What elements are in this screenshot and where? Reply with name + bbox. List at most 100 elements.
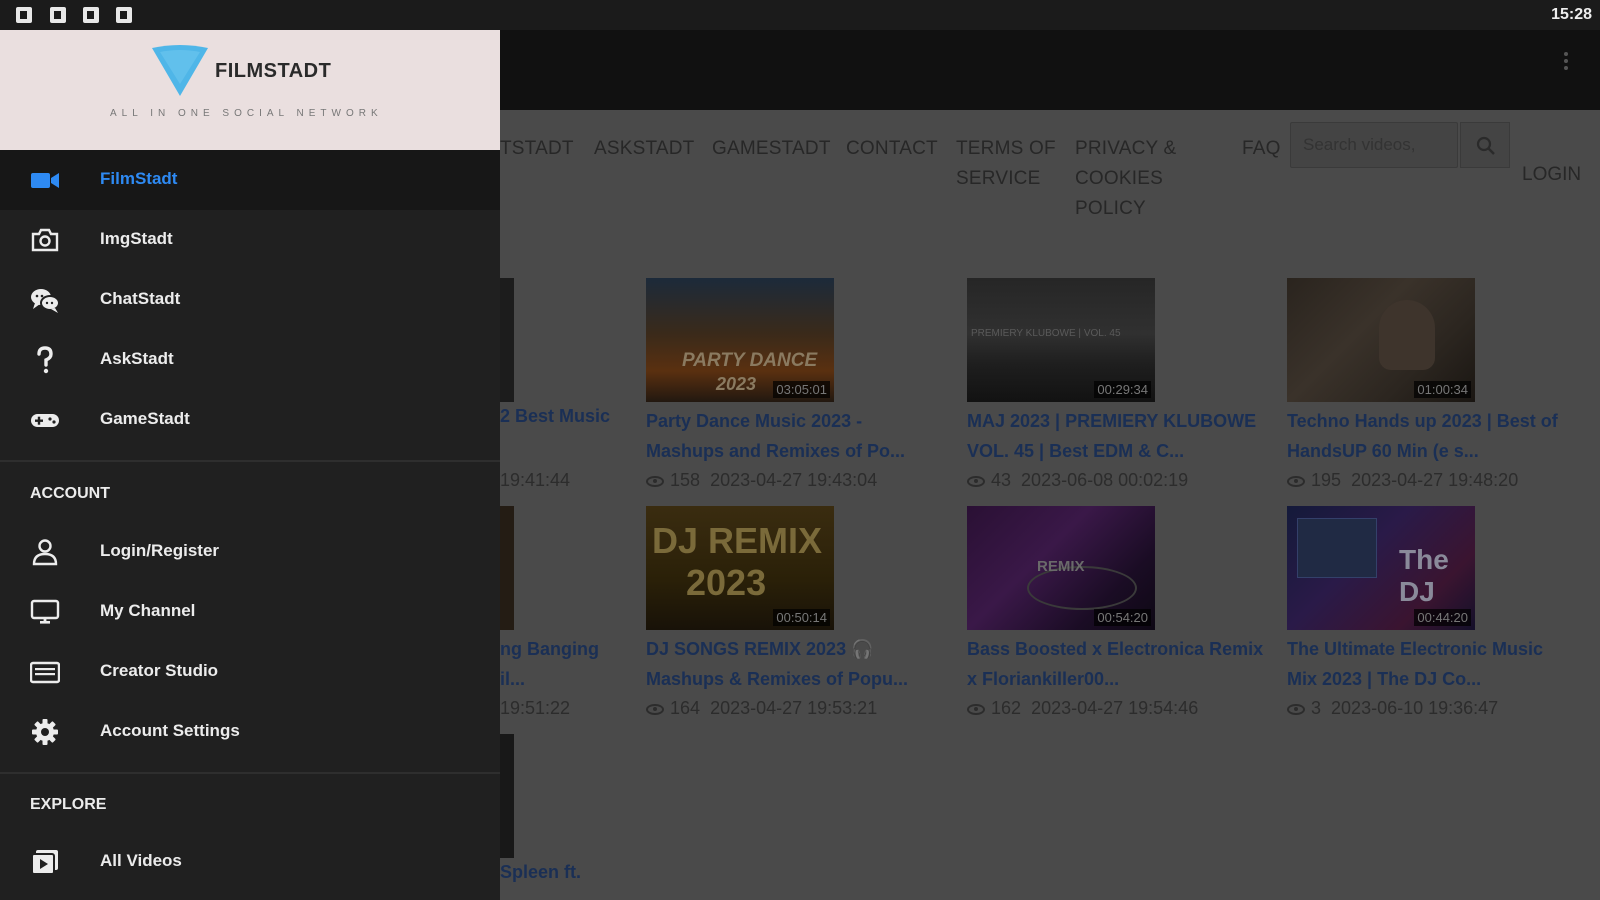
view-count: 195: [1311, 470, 1342, 490]
video-title[interactable]: Bass Boosted x Electronica Remix x Flori…: [967, 634, 1285, 694]
login-link[interactable]: LOGIN: [1522, 164, 1581, 186]
chat-bubbles-icon: [31, 289, 60, 313]
nav-link-privacy-line: COOKIES: [1075, 168, 1163, 189]
video-meta: 195 2023-04-27 19:48:20: [1287, 470, 1518, 491]
notification-icon: [116, 7, 132, 23]
thumbnail-screen: [1297, 518, 1377, 578]
video-title[interactable]: Spleen ft.: [500, 862, 581, 883]
video-title-line: DJ SONGS REMIX 2023 🎧: [646, 639, 874, 659]
drawer-item-label: ChatStadt: [100, 289, 181, 308]
video-meta: 158 2023-04-27 19:43:04: [646, 470, 877, 491]
video-duration: 00:50:14: [773, 609, 830, 626]
video-title-line: HandsUP 60 Min (e s...: [1287, 441, 1479, 461]
video-camera-icon: [31, 173, 59, 188]
video-thumbnail[interactable]: [500, 506, 514, 630]
nav-link-partial[interactable]: TSTADT: [500, 134, 574, 224]
views-icon: [1287, 475, 1305, 487]
video-date: 2023-04-27 19:54:46: [1031, 698, 1199, 718]
thumbnail-text: PREMIERY KLUBOWE | VOL. 45: [971, 328, 1121, 339]
drawer-divider: [0, 460, 500, 462]
video-meta: 43 2023-06-08 00:02:19: [967, 470, 1188, 491]
video-title[interactable]: Party Dance Music 2023 - Mashups and Rem…: [646, 406, 964, 466]
video-date: 19:41:44: [500, 470, 571, 490]
video-title-line: Mashups and Remixes of Po...: [646, 441, 906, 461]
status-bar: 15:28: [0, 0, 1600, 30]
drawer-divider: [0, 772, 500, 774]
drawer-item-label: GameStadt: [100, 409, 190, 428]
drawer-item-imgstadt[interactable]: ImgStadt: [0, 210, 500, 270]
views-icon: [1287, 703, 1305, 715]
nav-link-askstadt[interactable]: ASKSTADT: [594, 134, 695, 224]
drawer-item-creator-studio[interactable]: Creator Studio: [0, 642, 500, 702]
video-title-line: MAJ 2023 | PREMIERY KLUBOWE: [967, 411, 1257, 431]
video-thumbnail[interactable]: The DJ 00:44:20: [1287, 506, 1475, 630]
drawer-item-askstadt[interactable]: AskStadt: [0, 330, 500, 390]
nav-link-terms-line: SERVICE: [956, 168, 1041, 189]
nav-link-terms[interactable]: TERMS OF SERVICE: [956, 134, 1056, 224]
drawer-header: FILMSTADT ALL IN ONE SOCIAL NETWORK: [0, 30, 500, 150]
drawer-item-all-videos[interactable]: All Videos: [0, 832, 500, 892]
video-title[interactable]: DJ SONGS REMIX 2023 🎧 Mashups & Remixes …: [646, 634, 964, 694]
gamepad-icon: [31, 414, 59, 427]
video-thumbnail[interactable]: DJ REMIX 2023 00:50:14: [646, 506, 834, 630]
video-title-line: x Floriankiller00...: [967, 669, 1120, 689]
views-icon: [967, 475, 985, 487]
thumbnail-text: 2023: [686, 562, 767, 603]
studio-icon: [30, 661, 60, 684]
monitor-icon: [30, 599, 60, 624]
video-duration: 03:05:01: [773, 381, 830, 398]
nav-link-gamestadt[interactable]: GAMESTADT: [712, 134, 831, 224]
nav-link-faq[interactable]: FAQ: [1242, 134, 1281, 224]
video-library-icon: [31, 850, 58, 875]
search-input[interactable]: Search videos,: [1290, 122, 1458, 168]
video-date: 2023-04-27 19:53:21: [710, 698, 878, 718]
video-title-line: Party Dance Music 2023 -: [646, 411, 863, 431]
video-title-line: VOL. 45 | Best EDM & C...: [967, 441, 1185, 461]
video-thumbnail[interactable]: [500, 734, 514, 858]
navigation-drawer: FILMSTADT ALL IN ONE SOCIAL NETWORK Film…: [0, 30, 500, 900]
video-thumbnail[interactable]: [500, 278, 514, 402]
nav-link-contact[interactable]: CONTACT: [846, 134, 938, 224]
drawer-item-chatstadt[interactable]: ChatStadt: [0, 270, 500, 330]
video-thumbnail[interactable]: REMIX 00:54:20: [967, 506, 1155, 630]
filmstadt-logo-icon: [152, 45, 208, 96]
video-date: 2023-06-08 00:02:19: [1021, 470, 1189, 490]
video-title[interactable]: MAJ 2023 | PREMIERY KLUBOWE VOL. 45 | Be…: [967, 406, 1285, 466]
drawer-item-label: ImgStadt: [100, 229, 173, 248]
video-title-line: il...: [500, 669, 526, 689]
drawer-item-login-register[interactable]: Login/Register: [0, 522, 500, 582]
gear-icon: [32, 719, 58, 745]
thumbnail-person: [1379, 300, 1435, 370]
video-title-line: The Ultimate Electronic Music: [1287, 639, 1544, 659]
thumbnail-text: PARTY DANCE: [682, 350, 818, 371]
drawer-item-my-channel[interactable]: My Channel: [0, 582, 500, 642]
notification-icon: [50, 7, 66, 23]
video-thumbnail[interactable]: PREMIERY KLUBOWE | VOL. 45 00:29:34: [967, 278, 1155, 402]
drawer-item-account-settings[interactable]: Account Settings: [0, 702, 500, 762]
video-date: 19:51:22: [500, 698, 571, 718]
view-count: 3: [1311, 698, 1322, 718]
video-title[interactable]: Techno Hands up 2023 | Best of HandsUP 6…: [1287, 406, 1600, 466]
video-duration: 01:00:34: [1414, 381, 1471, 398]
drawer-item-label: All Videos: [100, 851, 182, 870]
video-title-line: Mashups & Remixes of Popu...: [646, 669, 909, 689]
overflow-menu-icon[interactable]: [1562, 52, 1570, 74]
video-title-line: ng Banging: [500, 639, 599, 659]
video-thumbnail[interactable]: PARTY DANCE 2023 03:05:01: [646, 278, 834, 402]
status-time: 15:28: [1551, 6, 1592, 23]
drawer-item-filmstadt[interactable]: FilmStadt: [0, 150, 500, 210]
video-title-line: Techno Hands up 2023 | Best of: [1287, 411, 1558, 431]
nav-link-terms-line: TERMS OF: [956, 138, 1056, 159]
video-thumbnail[interactable]: 01:00:34: [1287, 278, 1475, 402]
search-button[interactable]: [1460, 122, 1510, 168]
video-title[interactable]: The Ultimate Electronic Music Mix 2023 |…: [1287, 634, 1600, 694]
drawer-item-label: AskStadt: [100, 349, 174, 368]
thumbnail-text: The DJ: [1399, 544, 1449, 607]
question-mark-icon: [37, 346, 53, 374]
video-title[interactable]: 2 Best Music: [500, 406, 610, 427]
drawer-item-label: Login/Register: [100, 541, 220, 560]
drawer-item-gamestadt[interactable]: GameStadt: [0, 390, 500, 450]
video-title[interactable]: ng Banging il...: [500, 634, 599, 694]
nav-link-privacy[interactable]: PRIVACY & COOKIES POLICY: [1075, 134, 1176, 224]
section-heading-account: ACCOUNT: [30, 485, 110, 502]
